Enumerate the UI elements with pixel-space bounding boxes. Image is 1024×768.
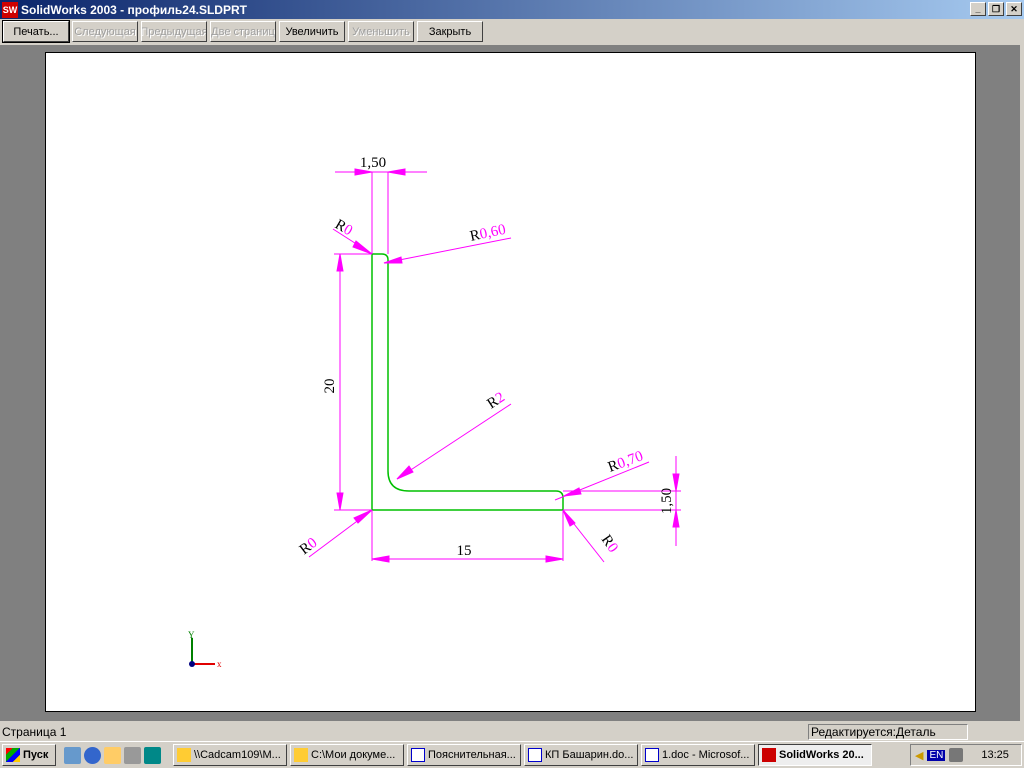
radius-bottom-left: R0 [297,535,321,558]
dim-right-thickness: 1,50 [659,488,675,514]
profile-outline [371,253,564,511]
windows-logo-icon [6,748,20,762]
minimize-button[interactable]: _ [970,2,986,16]
language-indicator[interactable]: EN [927,749,946,761]
internet-explorer-icon[interactable] [84,746,101,764]
network-icon[interactable] [124,746,141,764]
status-bar: Страница 1 Редактируется:Деталь [0,723,1024,741]
vertical-scrollbar[interactable] [1020,45,1024,721]
edit-mode: Редактируется:Деталь [808,724,968,740]
svg-text:Y: Y [188,630,195,640]
task-cadcam-folder[interactable]: \\Cadcam109\M... [173,744,287,766]
clock: 13:25 [981,749,1009,761]
solidworks-logo-icon: SW [2,1,18,18]
prev-page-button[interactable]: Предыдущая [141,21,207,42]
radius-top: R0,60 [469,222,508,245]
axis-triad-icon: Y x [188,630,222,669]
dim-top-thickness: 1,50 [360,155,386,171]
volume-icon[interactable]: ◀ [915,749,923,762]
task-my-documents[interactable]: C:\Мои докуме... [290,744,404,766]
window-title: SolidWorks 2003 - профиль24.SLDPRT [21,2,247,17]
task-word-explanatory[interactable]: Пояснительная... [407,744,521,766]
folder-icon [294,748,308,762]
radius-bottom-right: R0 [598,532,621,556]
task-solidworks[interactable]: SolidWorks 20... [758,744,872,766]
restore-button[interactable]: ❐ [988,2,1004,16]
network-tray-icon[interactable] [949,748,964,762]
print-button[interactable]: Печать... [2,20,70,43]
close-preview-button[interactable]: Закрыть [417,21,483,42]
taskbar: Пуск \\Cadcam109\M... C:\Мои докуме... П… [0,741,1024,768]
calculator-icon[interactable] [144,746,161,764]
close-window-button[interactable]: ✕ [1006,2,1022,16]
outlook-icon[interactable] [104,746,121,764]
word-icon [411,748,425,762]
radius-top-left: R0 [332,217,355,240]
show-desktop-icon[interactable] [64,746,81,764]
next-page-button[interactable]: Следующая [72,21,138,42]
word-icon [528,748,542,762]
task-word-basharin[interactable]: КП Башарин.do... [524,744,638,766]
folder-icon [177,748,191,762]
solidworks-icon [762,748,776,762]
page-indicator: Страница 1 [2,725,67,739]
zoom-in-button[interactable]: Увеличить [279,21,345,42]
task-word-1doc[interactable]: 1.doc - Microsof... [641,744,755,766]
system-tray: ◀ EN 13:25 [910,744,1022,766]
dim-width: 15 [457,543,472,559]
drawing: 1,50 20 15 1,50 R0 R0,60 R2 R0,70 R0 R0 … [188,155,681,669]
print-preview-toolbar: Печать... Следующая Предыдущая Две стран… [2,20,483,43]
two-pages-button[interactable]: Две страниц [210,21,276,42]
start-button[interactable]: Пуск [2,744,56,766]
zoom-out-button[interactable]: Уменьшить [348,21,414,42]
dim-height: 20 [322,379,338,394]
title-bar: SW SolidWorks 2003 - профиль24.SLDPRT _ … [0,0,1024,19]
print-page: 1,50 20 15 1,50 R0 R0,60 R2 R0,70 R0 R0 … [45,52,976,712]
word-icon [645,748,659,762]
svg-text:x: x [217,659,222,669]
